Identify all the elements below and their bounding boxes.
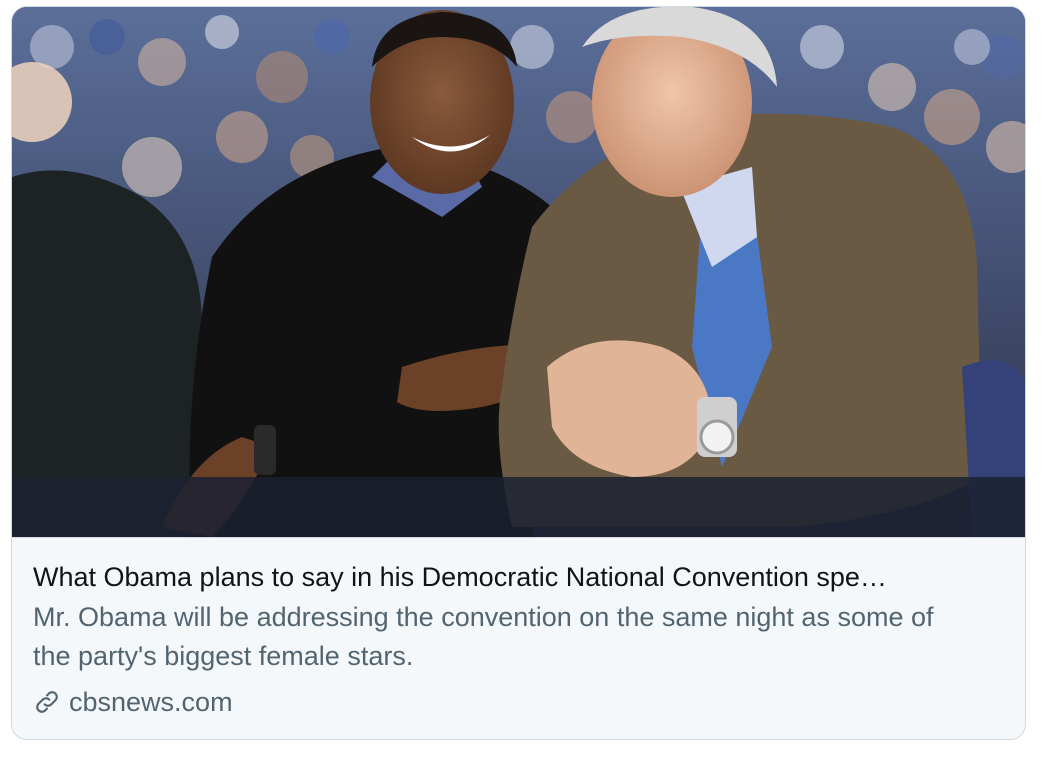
article-source[interactable]: cbsnews.com xyxy=(33,682,1003,722)
source-domain: cbsnews.com xyxy=(69,686,233,717)
link-preview-card[interactable]: What Obama plans to say in his Democrati… xyxy=(11,6,1026,740)
card-meta: What Obama plans to say in his Democrati… xyxy=(12,538,1025,722)
article-description: Mr. Obama will be addressing the convent… xyxy=(33,602,934,671)
photo-thumbnail xyxy=(12,7,1025,537)
article-title[interactable]: What Obama plans to say in his Democrati… xyxy=(33,560,1003,594)
link-icon xyxy=(33,688,61,716)
article-thumbnail[interactable] xyxy=(12,7,1025,538)
